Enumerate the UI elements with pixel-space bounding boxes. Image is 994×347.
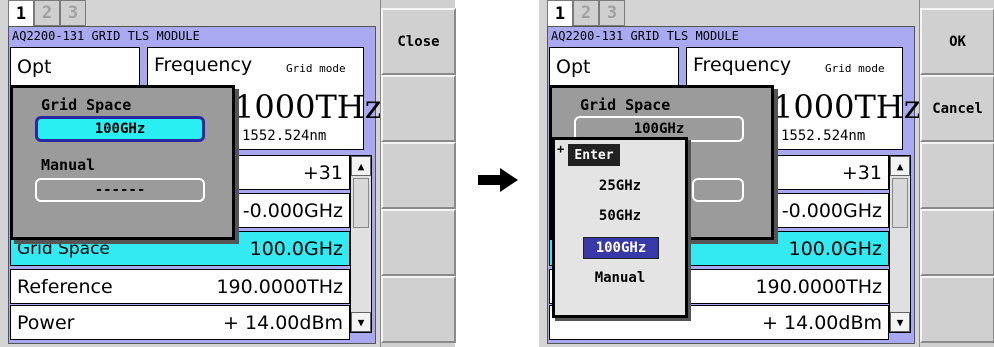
row-value: 100.0GHz [788, 237, 882, 260]
softkey-3[interactable] [920, 142, 994, 209]
scroll-thumb[interactable] [892, 178, 908, 228]
grid-space-value: 100GHz [633, 121, 685, 137]
frequency-value: 1000THz [773, 88, 921, 126]
wavelength-value: 1552.524nm [242, 128, 327, 144]
grid-space-field[interactable]: 100GHz [35, 116, 205, 142]
scroll-thumb[interactable] [353, 178, 369, 228]
row-label: Power [17, 311, 75, 334]
right-softkey-bar: OK Cancel [919, 0, 994, 347]
tab-3[interactable]: 3 [60, 0, 86, 26]
grid-space-label: Grid Space [41, 96, 132, 114]
scroll-up-icon[interactable]: ▲ [351, 156, 371, 176]
grid-space-menu: + Enter 25GHz 50GHz 100GHz Manual [552, 137, 688, 318]
left-screen: 1 2 3 AQ2200-131 GRID TLS MODULE Opt Fre… [0, 0, 456, 347]
scroll-down-icon[interactable]: ▼ [351, 312, 371, 332]
grid-space-value: 100GHz [94, 121, 146, 137]
row-value: 190.0000THz [216, 275, 343, 298]
tab-1[interactable]: 1 [547, 0, 573, 26]
left-tab-bar: 1 2 3 [8, 0, 86, 26]
row-value: +31 [302, 161, 343, 184]
right-tab-bar: 1 2 3 [547, 0, 625, 26]
tab-1[interactable]: 1 [8, 0, 34, 26]
opt-box[interactable]: Opt [10, 47, 140, 87]
wavelength-value: 1552.524nm [781, 128, 866, 144]
grid-space-label: Grid Space [580, 96, 671, 114]
menu-item-100ghz[interactable]: 100GHz [583, 237, 659, 259]
row-value: + 14.00dBm [223, 311, 343, 334]
manual-value: ------ [94, 182, 146, 198]
opt-box[interactable]: Opt [549, 47, 679, 87]
table-row[interactable]: Reference 190.0000THz [10, 269, 350, 304]
row-label: Grid Space [17, 238, 110, 259]
menu-item-50ghz[interactable]: 50GHz [555, 208, 685, 224]
module-title: AQ2200-131 GRID TLS MODULE [12, 29, 200, 43]
frequency-label: Frequency [693, 54, 792, 76]
manual-field[interactable]: ------ [35, 178, 205, 202]
row-value: -0.000GHz [781, 199, 882, 222]
grid-mode-label: Grid mode [286, 62, 346, 75]
ok-button[interactable]: OK [920, 8, 994, 75]
table-row[interactable]: Power + 14.00dBm [10, 305, 350, 340]
right-screen: 1 2 3 AQ2200-131 GRID TLS MODULE Opt Fre… [539, 0, 994, 347]
opt-label: Opt [17, 56, 52, 78]
softkey-2[interactable] [381, 75, 456, 142]
right-arrow-icon [478, 168, 518, 192]
row-value: 190.0000THz [755, 275, 882, 298]
row-value: 100.0GHz [249, 237, 343, 260]
module-title: AQ2200-131 GRID TLS MODULE [551, 29, 739, 43]
row-value: + 14.00dBm [762, 311, 882, 334]
row-value: -0.000GHz [242, 199, 343, 222]
frequency-label: Frequency [154, 54, 253, 76]
menu-item-manual[interactable]: Manual [555, 270, 685, 286]
frequency-value: 1000THz [234, 88, 382, 126]
cancel-button[interactable]: Cancel [920, 75, 994, 142]
softkey-5[interactable] [381, 276, 456, 343]
softkey-5[interactable] [920, 276, 994, 343]
tab-2[interactable]: 2 [573, 0, 599, 26]
left-softkey-bar: Close [380, 0, 456, 347]
scroll-down-icon[interactable]: ▼ [890, 312, 910, 332]
row-label: Reference [17, 275, 113, 298]
grid-space-popup: Grid Space 100GHz Manual ------ [10, 85, 235, 240]
opt-label: Opt [556, 56, 591, 78]
row-value: +31 [841, 161, 882, 184]
manual-label: Manual [41, 156, 96, 174]
grid-mode-label: Grid mode [825, 62, 885, 75]
softkey-4[interactable] [381, 209, 456, 276]
softkey-3[interactable] [381, 142, 456, 209]
softkey-4[interactable] [920, 209, 994, 276]
tab-3[interactable]: 3 [599, 0, 625, 26]
plus-icon: + [557, 142, 565, 156]
tab-2[interactable]: 2 [34, 0, 60, 26]
manual-field[interactable] [692, 178, 744, 202]
menu-item-25ghz[interactable]: 25GHz [555, 178, 685, 194]
close-button[interactable]: Close [381, 8, 456, 75]
scroll-up-icon[interactable]: ▲ [890, 156, 910, 176]
enter-label: Enter [568, 144, 620, 166]
